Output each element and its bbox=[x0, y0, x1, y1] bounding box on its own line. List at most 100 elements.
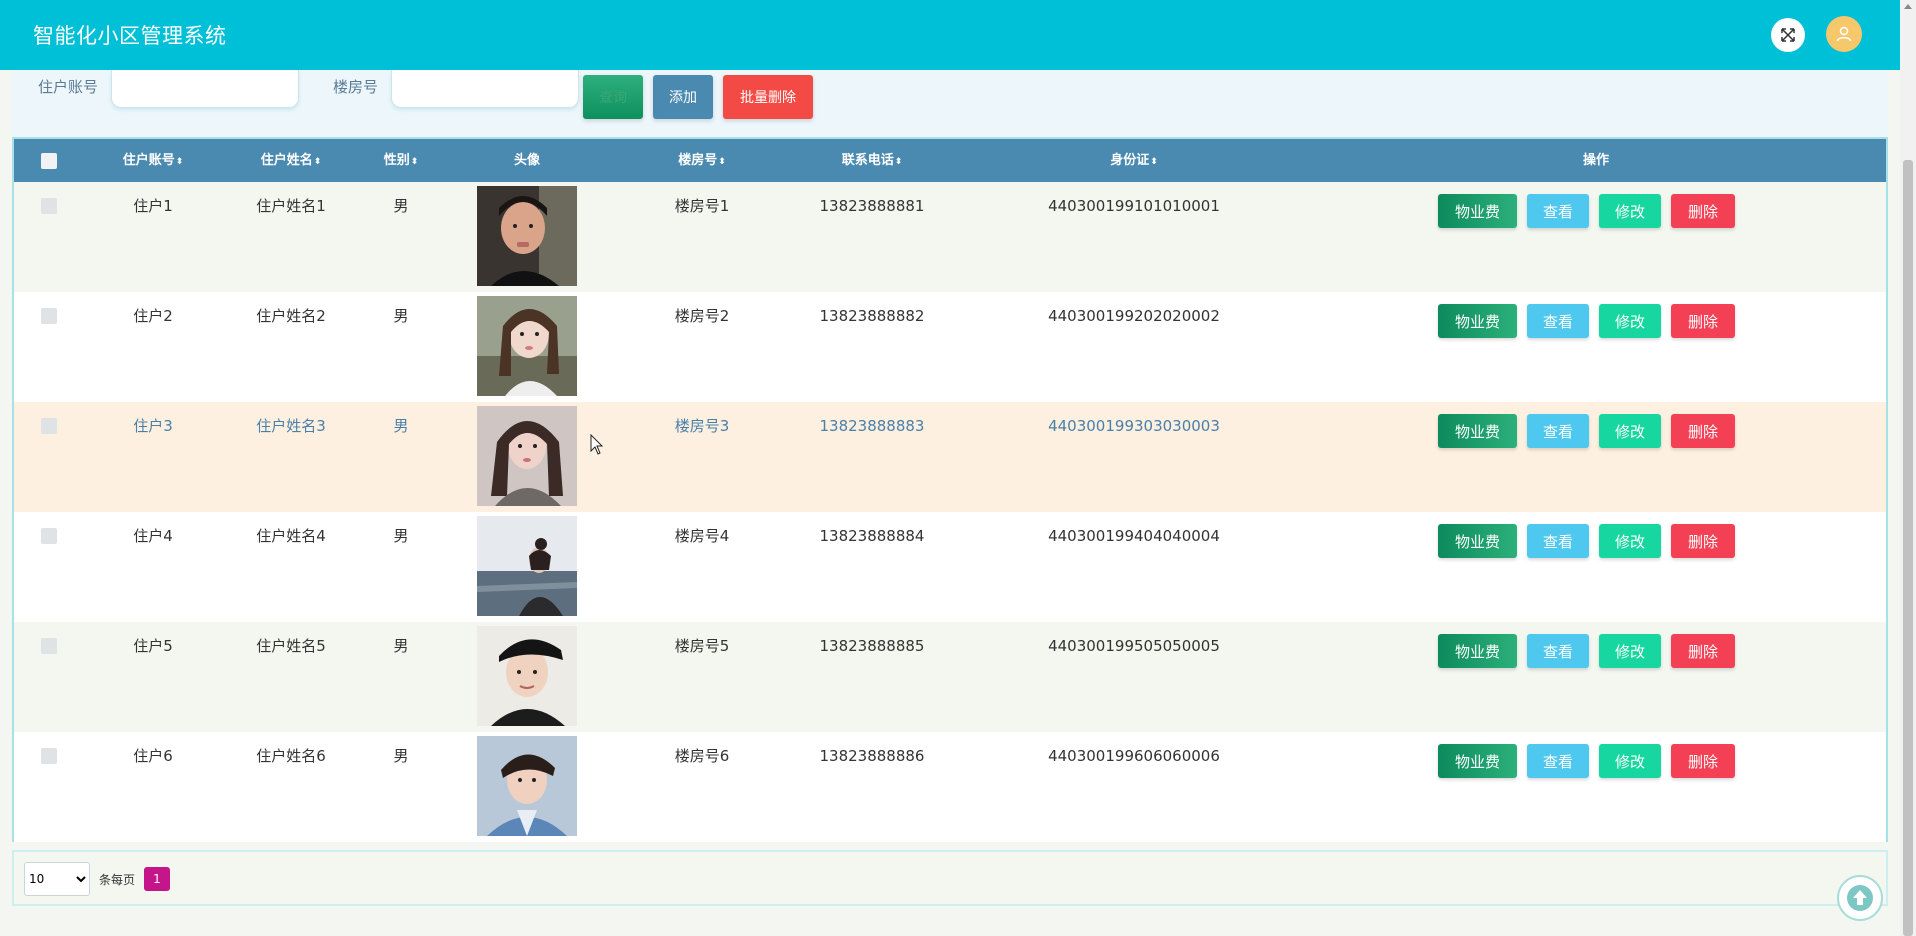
view-button[interactable]: 查看 bbox=[1527, 304, 1589, 338]
row-checkbox[interactable] bbox=[41, 418, 57, 434]
header-actions: 操作 bbox=[1582, 153, 1609, 168]
property-fee-button[interactable]: 物业费 bbox=[1438, 634, 1517, 668]
gender-cell: 男 bbox=[393, 637, 409, 655]
delete-button[interactable]: 删除 bbox=[1671, 634, 1735, 668]
view-button[interactable]: 查看 bbox=[1527, 414, 1589, 448]
account-cell: 住户1 bbox=[133, 197, 173, 215]
phone-cell: 13823888881 bbox=[819, 197, 925, 215]
building-cell: 楼房号3 bbox=[674, 417, 730, 435]
row-checkbox[interactable] bbox=[41, 638, 57, 654]
delete-button[interactable]: 删除 bbox=[1671, 414, 1735, 448]
back-to-top-button[interactable] bbox=[1837, 875, 1883, 921]
name-cell: 住户姓名2 bbox=[256, 307, 326, 325]
table-row[interactable]: 住户5 住户姓名5 男 楼房号5 13823888885 44030019950… bbox=[14, 622, 1886, 732]
fullscreen-icon bbox=[1781, 28, 1795, 42]
property-fee-button[interactable]: 物业费 bbox=[1438, 194, 1517, 228]
gender-cell: 男 bbox=[393, 197, 409, 215]
batch-delete-button[interactable]: 批量删除 bbox=[723, 75, 813, 119]
fullscreen-button[interactable] bbox=[1771, 18, 1805, 52]
name-cell: 住户姓名5 bbox=[256, 637, 326, 655]
table-row[interactable]: 住户2 住户姓名2 男 楼房号2 13823888882 44030019920… bbox=[14, 292, 1886, 402]
edit-button[interactable]: 修改 bbox=[1599, 304, 1661, 338]
building-search-input[interactable] bbox=[391, 70, 579, 108]
delete-button[interactable]: 删除 bbox=[1671, 524, 1735, 558]
idcard-cell: 440300199303030003 bbox=[1048, 417, 1220, 435]
account-cell: 住户3 bbox=[133, 417, 173, 435]
edit-button[interactable]: 修改 bbox=[1599, 414, 1661, 448]
resident-photo[interactable] bbox=[477, 296, 577, 396]
resident-photo[interactable] bbox=[477, 186, 577, 286]
view-button[interactable]: 查看 bbox=[1527, 194, 1589, 228]
building-cell: 楼房号5 bbox=[674, 637, 730, 655]
phone-cell: 13823888886 bbox=[819, 747, 925, 765]
property-fee-button[interactable]: 物业费 bbox=[1438, 304, 1517, 338]
delete-button[interactable]: 删除 bbox=[1671, 304, 1735, 338]
scrollbar-thumb[interactable] bbox=[1903, 160, 1913, 936]
view-button[interactable]: 查看 bbox=[1527, 744, 1589, 778]
idcard-cell: 440300199606060006 bbox=[1048, 747, 1220, 765]
account-search-input[interactable] bbox=[111, 70, 299, 108]
resident-photo[interactable] bbox=[477, 406, 577, 506]
header-account[interactable]: 住户账号⬍ bbox=[88, 139, 218, 182]
header-name[interactable]: 住户姓名⬍ bbox=[226, 139, 356, 182]
building-cell: 楼房号6 bbox=[674, 747, 730, 765]
mouse-cursor-icon bbox=[590, 434, 604, 455]
delete-button[interactable]: 删除 bbox=[1671, 744, 1735, 778]
view-button[interactable]: 查看 bbox=[1527, 524, 1589, 558]
property-fee-button[interactable]: 物业费 bbox=[1438, 744, 1517, 778]
user-avatar-button[interactable] bbox=[1826, 16, 1862, 52]
resident-table: 住户账号⬍ 住户姓名⬍ 性别⬍ 头像 楼房号⬍ 联系电话⬍ 身份证⬍ 操作 住户… bbox=[12, 137, 1888, 842]
table-row[interactable]: 住户1 住户姓名1 男 楼房号1 13823888881 44030019910… bbox=[14, 182, 1886, 292]
app-title: 智能化小区管理系统 bbox=[33, 24, 227, 48]
page-size-select[interactable]: 10 bbox=[24, 862, 90, 896]
view-button[interactable]: 查看 bbox=[1527, 634, 1589, 668]
gender-cell: 男 bbox=[393, 307, 409, 325]
building-cell: 楼房号2 bbox=[674, 307, 730, 325]
row-checkbox[interactable] bbox=[41, 308, 57, 324]
header-phone[interactable]: 联系电话⬍ bbox=[797, 139, 947, 182]
page-scrollbar[interactable] bbox=[1900, 0, 1916, 936]
name-cell: 住户姓名6 bbox=[256, 747, 326, 765]
resident-photo[interactable] bbox=[477, 626, 577, 726]
per-page-label: 条每页 bbox=[99, 873, 136, 887]
header-idcard[interactable]: 身份证⬍ bbox=[1024, 139, 1244, 182]
phone-cell: 13823888882 bbox=[819, 307, 925, 325]
edit-button[interactable]: 修改 bbox=[1599, 524, 1661, 558]
resident-photo[interactable] bbox=[477, 516, 577, 616]
row-checkbox[interactable] bbox=[41, 748, 57, 764]
building-cell: 楼房号4 bbox=[674, 527, 730, 545]
search-button[interactable]: 查询 bbox=[583, 75, 643, 119]
property-fee-button[interactable]: 物业费 bbox=[1438, 524, 1517, 558]
sort-icon: ⬍ bbox=[410, 157, 419, 167]
resident-photo[interactable] bbox=[477, 736, 577, 836]
gender-cell: 男 bbox=[393, 417, 409, 435]
table-header: 住户账号⬍ 住户姓名⬍ 性别⬍ 头像 楼房号⬍ 联系电话⬍ 身份证⬍ 操作 bbox=[14, 139, 1886, 182]
sort-icon: ⬍ bbox=[718, 157, 726, 167]
header-gender[interactable]: 性别⬍ bbox=[361, 139, 441, 182]
row-checkbox[interactable] bbox=[41, 198, 57, 214]
idcard-cell: 440300199505050005 bbox=[1048, 637, 1220, 655]
property-fee-button[interactable]: 物业费 bbox=[1438, 414, 1517, 448]
row-checkbox[interactable] bbox=[41, 528, 57, 544]
sort-icon: ⬍ bbox=[313, 157, 322, 167]
edit-button[interactable]: 修改 bbox=[1599, 634, 1661, 668]
account-cell: 住户2 bbox=[133, 307, 173, 325]
header-avatar: 头像 bbox=[513, 153, 540, 168]
top-bar: 智能化小区管理系统 bbox=[0, 0, 1900, 70]
building-cell: 楼房号1 bbox=[674, 197, 730, 215]
table-row[interactable]: 住户4 住户姓名4 男 楼房号4 13823888884 44030019940… bbox=[14, 512, 1886, 622]
select-all-checkbox[interactable] bbox=[41, 153, 57, 169]
edit-button[interactable]: 修改 bbox=[1599, 194, 1661, 228]
table-row[interactable]: 住户3 住户姓名3 男 楼房号3 13823888883 44030019930… bbox=[14, 402, 1886, 512]
scroll-up-icon[interactable] bbox=[1904, 4, 1912, 9]
phone-cell: 13823888884 bbox=[819, 527, 925, 545]
search-bar: 住户账号 楼房号 bbox=[12, 70, 1888, 138]
table-row[interactable]: 住户6 住户姓名6 男 楼房号6 13823888886 44030019960… bbox=[14, 732, 1886, 842]
header-building[interactable]: 楼房号⬍ bbox=[642, 139, 762, 182]
delete-button[interactable]: 删除 bbox=[1671, 194, 1735, 228]
edit-button[interactable]: 修改 bbox=[1599, 744, 1661, 778]
page-number-current[interactable]: 1 bbox=[144, 867, 170, 891]
idcard-cell: 440300199202020002 bbox=[1048, 307, 1220, 325]
building-label: 楼房号 bbox=[333, 78, 379, 96]
add-button[interactable]: 添加 bbox=[653, 75, 713, 119]
